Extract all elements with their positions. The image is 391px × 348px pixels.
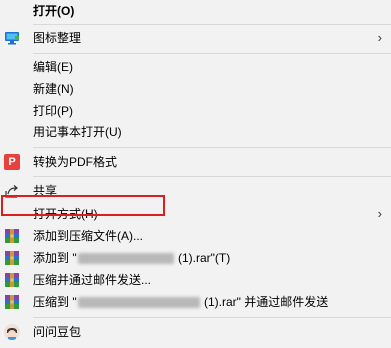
redacted-filename xyxy=(77,253,174,265)
menu-item-new[interactable]: 新建(N) xyxy=(0,78,391,100)
add-archive-label: 添加到压缩文件(A)... xyxy=(33,229,143,243)
add-to-prefix: 添加到 " xyxy=(33,251,77,265)
winrar-icon xyxy=(4,294,20,310)
separator xyxy=(33,147,391,148)
open-label: 打开(O) xyxy=(33,4,75,18)
wenwen-label: 问问豆包 xyxy=(33,325,82,339)
menu-item-compress-email[interactable]: 压缩并通过邮件发送... xyxy=(0,269,391,291)
menu-item-print[interactable]: 打印(P) xyxy=(0,100,391,122)
menu-item-notepad[interactable]: 用记事本打开(U) xyxy=(0,121,391,143)
new-label: 新建(N) xyxy=(33,82,74,96)
redacted-filename xyxy=(77,297,200,309)
menu-item-add-archive[interactable]: 添加到压缩文件(A)... xyxy=(0,225,391,247)
compress-email-label: 压缩并通过邮件发送... xyxy=(33,273,152,287)
winrar-icon xyxy=(4,272,20,288)
compress-to-prefix: 压缩到 " xyxy=(33,295,77,309)
menu-item-compress-to-email[interactable]: 压缩到 " (1).rar" 并通过邮件发送 xyxy=(0,291,391,313)
menu-item-open[interactable]: 打开(O) xyxy=(0,0,391,22)
monitor-icon xyxy=(4,30,20,46)
icon-organize-label: 图标整理 xyxy=(33,31,82,45)
winrar-icon xyxy=(4,250,20,266)
doubao-avatar-icon xyxy=(4,324,20,340)
highlight-box xyxy=(1,195,165,216)
chevron-right-icon: › xyxy=(377,206,382,221)
separator xyxy=(33,53,391,54)
menu-item-to-pdf[interactable]: P 转换为PDF格式 xyxy=(0,151,391,173)
chevron-right-icon: › xyxy=(377,30,382,45)
notepad-label: 用记事本打开(U) xyxy=(33,125,122,139)
menu-item-add-to[interactable]: 添加到 " (1).rar"(T) xyxy=(0,247,391,269)
compress-to-label: 压缩到 " (1).rar" 并通过邮件发送 xyxy=(33,291,328,313)
to-pdf-label: 转换为PDF格式 xyxy=(33,155,118,169)
separator xyxy=(33,317,391,318)
edit-label: 编辑(E) xyxy=(33,60,73,74)
add-to-suffix: (1).rar"(T) xyxy=(174,251,231,265)
separator xyxy=(33,176,391,177)
separator xyxy=(33,24,391,25)
winrar-icon xyxy=(4,228,20,244)
compress-to-suffix: (1).rar" 并通过邮件发送 xyxy=(200,295,329,309)
print-label: 打印(P) xyxy=(33,104,73,118)
menu-item-wenwen-doubao[interactable]: 问问豆包 xyxy=(0,321,391,343)
context-menu: 打开(O) 图标整理 › 编辑(E) 新建(N) 打印(P) 用记事本打开(U)… xyxy=(0,0,391,348)
menu-item-icon-organize[interactable]: 图标整理 › xyxy=(0,27,391,49)
add-to-label: 添加到 " (1).rar"(T) xyxy=(33,247,230,269)
menu-item-edit[interactable]: 编辑(E) xyxy=(0,56,391,78)
pdf-convert-icon: P xyxy=(4,154,20,170)
